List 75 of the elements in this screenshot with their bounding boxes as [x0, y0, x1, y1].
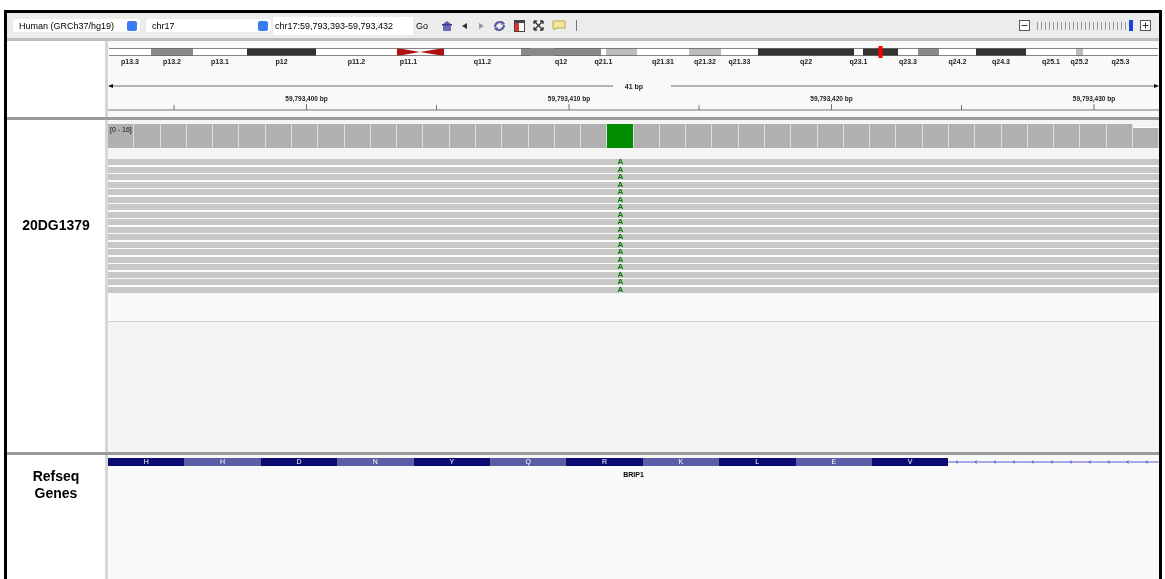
mismatch-base: A [616, 211, 625, 218]
mismatch-base: A [616, 249, 625, 255]
coverage-bar [738, 124, 766, 148]
coverage-bar [475, 124, 503, 148]
mismatch-base: A [616, 279, 625, 285]
back-icon[interactable] [461, 21, 469, 30]
coverage-bar [633, 124, 660, 148]
coverage-bar [686, 124, 713, 148]
stepper-icon [127, 20, 137, 31]
coverage-bar [607, 124, 634, 148]
mismatch-base: A [616, 219, 625, 225]
coverage-bar [1054, 124, 1081, 148]
coverage-bar [370, 124, 398, 148]
coverage-bar [1106, 124, 1133, 148]
coverage-bar [949, 124, 976, 148]
coverage-bar [1027, 124, 1055, 148]
coverage-bar [712, 124, 739, 148]
mismatch-base: A [616, 226, 625, 233]
mismatch-base: A [616, 234, 625, 240]
coverage-bar [922, 124, 949, 148]
mismatch-base: A [616, 181, 625, 188]
mismatch-base: A [616, 189, 625, 195]
coverage-bar [817, 124, 844, 148]
zoom-in-icon[interactable] [1140, 20, 1151, 31]
coverage-bar [554, 124, 582, 148]
coverage-bar [870, 124, 897, 148]
mismatch-base: A [616, 159, 625, 165]
coverage-bar [186, 124, 214, 148]
home-icon[interactable] [441, 19, 453, 32]
coverage-bar [423, 124, 450, 148]
mismatch-base: A [616, 286, 625, 293]
coverage-bar [896, 124, 923, 148]
mismatch-base: A [616, 264, 625, 270]
coverage-bar [791, 124, 818, 148]
coverage-bar [134, 124, 161, 148]
coverage-bar [160, 124, 187, 148]
coverage-bar [843, 124, 871, 148]
coverage-bar [581, 124, 608, 148]
coverage-bar [318, 124, 345, 148]
coverage-bar [502, 124, 529, 148]
zoom-slider[interactable] [1037, 20, 1133, 31]
coverage-bar [291, 124, 319, 148]
coverage-bar [765, 124, 792, 148]
mismatch-base: A [616, 241, 625, 248]
resize-icon[interactable] [533, 20, 544, 31]
coverage-bar [397, 124, 424, 148]
mismatch-base: A [616, 166, 625, 173]
go-button[interactable]: Go [413, 20, 431, 31]
refresh-icon[interactable] [493, 19, 506, 32]
coverage-bar [975, 124, 1002, 148]
coverage-bar [449, 124, 476, 148]
genome-dropdown[interactable]: Human (GRCh37/hg19) [13, 19, 140, 32]
mismatch-base: A [616, 174, 625, 180]
track-name: 20DG1379 [21, 216, 91, 233]
chromosome-dropdown[interactable]: chr17 [146, 19, 271, 32]
locus-field[interactable]: chr17:59,793,393-59,793,432 [273, 16, 413, 35]
zoom-out-icon[interactable] [1019, 20, 1030, 31]
track-name: Refseq Genes [31, 467, 81, 502]
mismatch-base: A [616, 271, 625, 278]
region-icon[interactable] [514, 19, 525, 32]
coverage-bar [1080, 124, 1107, 148]
stepper-icon [258, 20, 268, 31]
mismatch-base: A [616, 204, 625, 210]
slider-thumb[interactable] [1129, 20, 1133, 31]
coverage-bar [659, 124, 687, 148]
mismatch-base: A [616, 256, 625, 263]
coverage-bar [213, 124, 240, 148]
mismatch-base: A [616, 196, 625, 203]
coverage-bar [528, 124, 555, 148]
region-marker [878, 46, 883, 58]
toolbar-separator [576, 20, 577, 31]
coverage-bar [265, 124, 292, 148]
coverage-bar [1001, 124, 1028, 148]
coverage-bar [239, 124, 266, 148]
coverage-bar [344, 124, 371, 148]
